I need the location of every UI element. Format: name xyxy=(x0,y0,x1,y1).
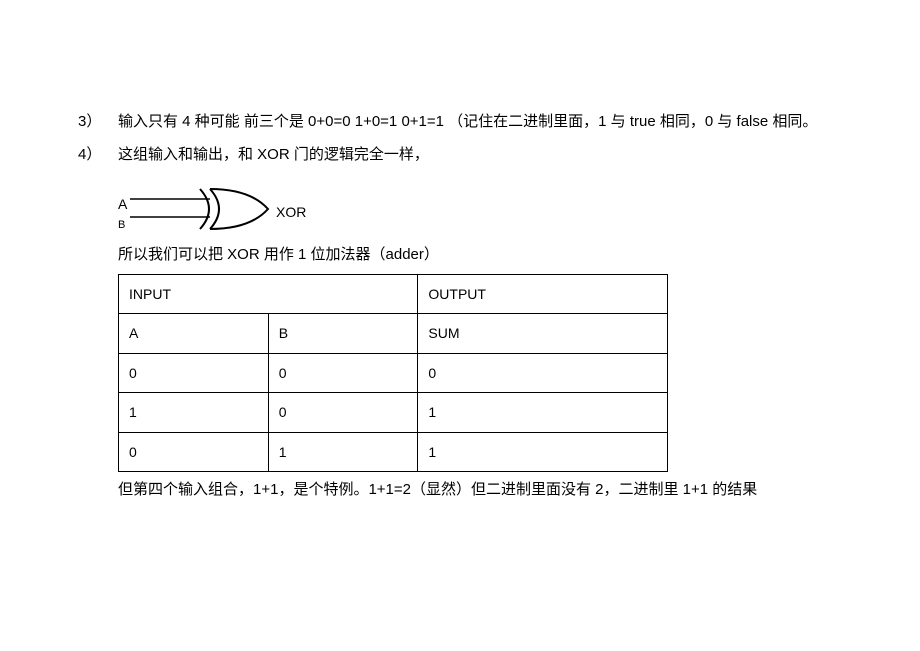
list-item-3: 3） 输入只有 4 种可能 前三个是 0+0=0 1+0=1 0+1=1 （记住… xyxy=(78,108,842,137)
truth-table: INPUT OUTPUT A B SUM 0 0 0 1 0 1 0 1 1 xyxy=(118,274,668,473)
header-output: OUTPUT xyxy=(418,274,668,314)
cell-b: 1 xyxy=(268,432,418,472)
cell-a: 0 xyxy=(119,353,269,393)
table-header-row: INPUT OUTPUT xyxy=(119,274,668,314)
cell-sum: 0 xyxy=(418,353,668,393)
cell-b: 0 xyxy=(268,353,418,393)
subheader-sum: SUM xyxy=(418,314,668,354)
cell-a: 1 xyxy=(119,393,269,433)
subheader-a: A xyxy=(119,314,269,354)
table-row: 1 0 1 xyxy=(119,393,668,433)
table-row: 0 1 1 xyxy=(119,432,668,472)
xor-gate-icon xyxy=(130,187,280,233)
cell-sum: 1 xyxy=(418,432,668,472)
after-table-text: 但第四个输入组合，1+1，是个特例。1+1=2（显然）但二进制里面没有 2，二进… xyxy=(118,476,842,505)
xor-input-a-label: A xyxy=(118,191,127,218)
list-content-3: 输入只有 4 种可能 前三个是 0+0=0 1+0=1 0+1=1 （记住在二进… xyxy=(118,108,842,137)
xor-input-b-label: B xyxy=(118,215,125,236)
cell-a: 0 xyxy=(119,432,269,472)
cell-b: 0 xyxy=(268,393,418,433)
list-marker-3: 3） xyxy=(78,108,118,137)
adder-sentence: 所以我们可以把 XOR 用作 1 位加法器（adder） xyxy=(118,241,842,270)
xor-gate-diagram: A B XOR xyxy=(118,187,418,235)
header-input: INPUT xyxy=(119,274,418,314)
table-row: 0 0 0 xyxy=(119,353,668,393)
table-subheader-row: A B SUM xyxy=(119,314,668,354)
list-marker-4: 4） xyxy=(78,141,118,170)
cell-sum: 1 xyxy=(418,393,668,433)
list-content-4: 这组输入和输出，和 XOR 门的逻辑完全一样， xyxy=(118,141,842,170)
xor-output-label: XOR xyxy=(276,199,306,226)
subheader-b: B xyxy=(268,314,418,354)
list-item-4: 4） 这组输入和输出，和 XOR 门的逻辑完全一样， xyxy=(78,141,842,170)
